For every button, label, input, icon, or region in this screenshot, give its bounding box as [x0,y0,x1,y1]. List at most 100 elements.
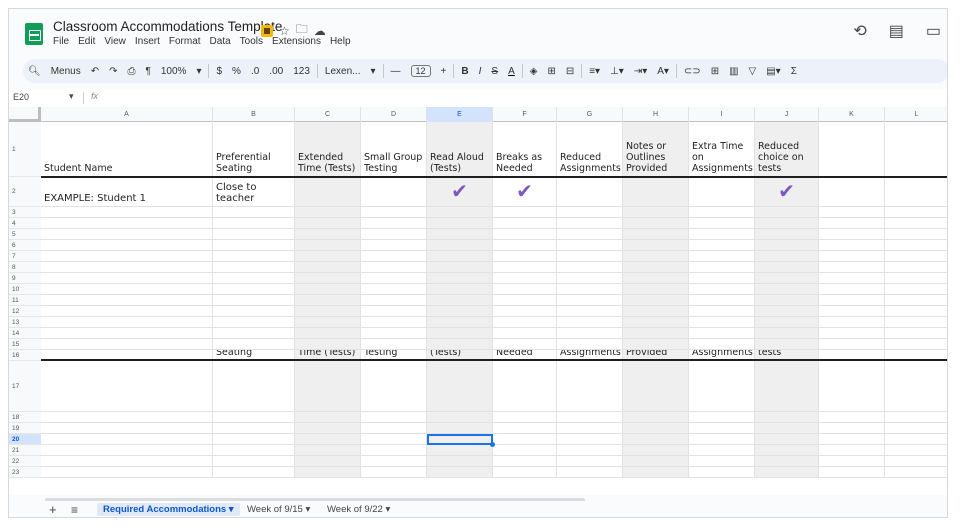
cell-l13[interactable] [885,317,947,328]
text-wrap-icon[interactable]: ⇥▾ [634,66,647,77]
column-header-k[interactable]: K [819,107,885,122]
search-icon[interactable]: 🔍︎ [28,66,41,77]
text-rotation-icon[interactable]: A▾ [657,66,669,77]
cell-c23[interactable] [295,467,361,478]
cell-g21[interactable] [557,445,623,456]
name-box[interactable]: E20 [13,92,29,102]
menus-button[interactable]: Menus [51,66,81,77]
history-icon[interactable]: ⟲ [853,21,866,41]
cell-b22[interactable] [213,456,295,467]
row-header-20[interactable]: 20 [9,434,41,445]
cell-l17[interactable] [885,361,947,412]
row-header-1[interactable]: 1 [9,122,41,177]
sheets-logo-icon[interactable] [25,23,43,45]
cell-j17[interactable] [755,361,819,412]
row-header-23[interactable]: 23 [9,467,41,478]
column-header-f[interactable]: F [493,107,557,122]
menu-extensions[interactable]: Extensions [272,36,321,47]
link-icon[interactable]: ⊂⊃ [684,66,701,77]
cell-l5[interactable] [885,229,947,240]
cell-f4[interactable] [493,218,557,229]
column-header-d[interactable]: D [361,107,427,122]
cell-i14[interactable] [689,328,755,339]
cell-j10[interactable] [755,284,819,295]
cell-h5[interactable] [623,229,689,240]
cell-f11[interactable] [493,295,557,306]
video-icon[interactable]: ▭ [926,21,941,41]
menu-edit[interactable]: Edit [78,36,95,47]
cell-f19[interactable] [493,423,557,434]
comment-icon[interactable]: ▤ [889,21,904,41]
cell-f6[interactable] [493,240,557,251]
cell-l21[interactable] [885,445,947,456]
cell-f3[interactable] [493,207,557,218]
row-header-4[interactable]: 4 [9,218,41,229]
cell-g3[interactable] [557,207,623,218]
cell-a12[interactable] [41,306,213,317]
cell-c5[interactable] [295,229,361,240]
cell-i15[interactable] [689,339,755,350]
cell-b3[interactable] [213,207,295,218]
cell-g18[interactable] [557,412,623,423]
cell-g19[interactable] [557,423,623,434]
cell-b17[interactable] [213,361,295,412]
cell-h20[interactable] [623,434,689,445]
cell-k7[interactable] [819,251,885,262]
cell-f13[interactable] [493,317,557,328]
cell-e7[interactable] [427,251,493,262]
cell-e17[interactable] [427,361,493,412]
cell-f10[interactable] [493,284,557,295]
cell-l11[interactable] [885,295,947,306]
cell-f14[interactable] [493,328,557,339]
cell-g13[interactable] [557,317,623,328]
cell-k10[interactable] [819,284,885,295]
cell-b14[interactable] [213,328,295,339]
cell-l20[interactable] [885,434,947,445]
cell-e5[interactable] [427,229,493,240]
cell-d20[interactable] [361,434,427,445]
cell-k3[interactable] [819,207,885,218]
row-header-13[interactable]: 13 [9,317,41,328]
cell-l2[interactable] [885,177,947,207]
row-header-16[interactable]: 16 [9,350,41,361]
cell-b6[interactable] [213,240,295,251]
cell-i9[interactable] [689,273,755,284]
cell-d21[interactable] [361,445,427,456]
filter-views-icon[interactable]: ▤▾ [766,66,780,77]
cell-c2[interactable] [295,177,361,207]
cell-i12[interactable] [689,306,755,317]
row-header-8[interactable]: 8 [9,262,41,273]
cell-j22[interactable] [755,456,819,467]
cell-j11[interactable] [755,295,819,306]
cell-d8[interactable] [361,262,427,273]
cell-i13[interactable] [689,317,755,328]
cell-k2[interactable] [819,177,885,207]
document-title[interactable]: Classroom Accommodations Template [53,19,282,34]
cell-h3[interactable] [623,207,689,218]
cell-j2[interactable]: ✔ [755,177,819,207]
cell-e9[interactable] [427,273,493,284]
cell-f22[interactable] [493,456,557,467]
comment-add-icon[interactable]: ⊞ [711,66,719,77]
cell-c18[interactable] [295,412,361,423]
cell-h7[interactable] [623,251,689,262]
cell-i20[interactable] [689,434,755,445]
cell-g7[interactable] [557,251,623,262]
cell-c17[interactable] [295,361,361,412]
cell-l22[interactable] [885,456,947,467]
cell-i11[interactable] [689,295,755,306]
cell-k8[interactable] [819,262,885,273]
cell-f7[interactable] [493,251,557,262]
cell-e13[interactable] [427,317,493,328]
cell-k9[interactable] [819,273,885,284]
cell-k22[interactable] [819,456,885,467]
cell-e1[interactable]: Read Aloud (Tests) [427,122,493,177]
fill-handle[interactable] [490,442,495,447]
cell-d11[interactable] [361,295,427,306]
cell-a9[interactable] [41,273,213,284]
cell-a6[interactable] [41,240,213,251]
cell-h18[interactable] [623,412,689,423]
cell-h23[interactable] [623,467,689,478]
cell-h22[interactable] [623,456,689,467]
cell-g17[interactable] [557,361,623,412]
